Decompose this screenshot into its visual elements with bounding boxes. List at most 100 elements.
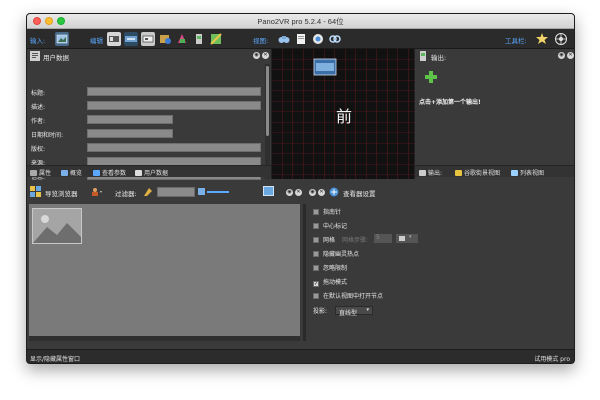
open-node-default-view-checkbox[interactable] xyxy=(313,293,319,299)
wizard-icon[interactable] xyxy=(535,32,549,46)
add-output-plus-icon[interactable] xyxy=(425,71,437,83)
option-drag-mode[interactable]: ✓ 拖动模式 xyxy=(313,277,347,287)
grid-color-select[interactable]: ▾ xyxy=(396,234,418,243)
field-label: 描述: xyxy=(31,104,46,111)
filter-tag-icon[interactable] xyxy=(143,187,153,197)
view-params-icon xyxy=(93,170,100,176)
option-hide-ghost-hotspots[interactable]: 隐藏幽灵热点 xyxy=(313,249,359,259)
option-compass[interactable]: 指南针 xyxy=(313,207,341,217)
user-data-panel: 用户数据 ◉ ✕ 标题: 描述: 作者: 日期和时间: 版权: 来源: 信息: xyxy=(27,49,271,181)
option-ignore-limits[interactable]: 忽略限制 xyxy=(313,263,347,273)
tour-browser-title: 导览浏览器 xyxy=(45,190,78,198)
user-data-tab-icon xyxy=(135,170,142,176)
filter-label: 过滤器: xyxy=(115,190,137,198)
output-close-button[interactable]: ✕ xyxy=(567,52,574,59)
option-open-node-default-view[interactable]: 在默认视图中打开节点 xyxy=(313,291,383,301)
scrollbar-thumb[interactable] xyxy=(266,66,269,136)
option-grid[interactable]: 网格 网格步骤: 5 ▾ xyxy=(313,234,418,245)
output-title: 输出: xyxy=(431,54,447,62)
tab-user-data[interactable]: 用户数据 xyxy=(135,168,168,177)
field-author: 作者: xyxy=(31,115,263,125)
import-panorama-icon[interactable] xyxy=(55,32,69,46)
field-datetime: 日期和时间: xyxy=(31,129,263,139)
drag-mode-checkbox[interactable]: ✓ xyxy=(313,281,319,287)
animation-icon[interactable] xyxy=(192,32,206,46)
thumbnail-size-slider[interactable] xyxy=(207,191,229,193)
output-tab-icon xyxy=(419,170,426,176)
output-tab-bar: 输出: 谷歌街景视图 列表视图 xyxy=(415,165,574,177)
tools-label: 工具栏: xyxy=(505,37,527,45)
browser-horizontal-scrollbar[interactable] xyxy=(29,336,300,341)
output-panel-icon xyxy=(418,51,428,61)
tour-browser-icon xyxy=(30,186,41,197)
panorama-view-icon[interactable] xyxy=(124,32,138,46)
title-input[interactable] xyxy=(87,87,261,96)
option-center-mark[interactable]: 中心标记 xyxy=(313,221,347,231)
list-view-icon xyxy=(511,170,518,176)
left-tab-bar: 属性 概览 查看参数 用户数据 xyxy=(27,165,271,177)
view-label: 视图: xyxy=(253,37,269,45)
author-input[interactable] xyxy=(87,115,173,124)
chevron-down-icon: ▾ xyxy=(409,234,412,240)
filter-input[interactable] xyxy=(157,187,195,197)
map-editor-icon[interactable] xyxy=(209,32,223,46)
tour-browser-header: 导览浏览器 过滤器: ◉ ✕ xyxy=(27,183,303,203)
ignore-limits-checkbox[interactable] xyxy=(313,265,319,271)
tour-map-icon[interactable] xyxy=(158,32,172,46)
user-data-scrollbar[interactable] xyxy=(265,64,270,179)
panel-float-button[interactable]: ◉ xyxy=(253,52,260,59)
settings-wheel-icon[interactable] xyxy=(554,32,568,46)
add-output-hint: 点击+添加第一个输出! xyxy=(419,99,481,106)
tab-properties[interactable]: 属性 xyxy=(30,168,51,177)
properties-icon xyxy=(30,170,37,176)
toggle-properties-status[interactable]: 显示/隐藏属性窗口 xyxy=(30,354,80,363)
globe-icon[interactable] xyxy=(311,32,325,46)
window-title: Pano2VR pro 5.2.4 - 64位 xyxy=(257,17,344,26)
edit-label: 编辑 xyxy=(90,37,103,45)
copyright-input[interactable] xyxy=(87,143,261,152)
description-input[interactable] xyxy=(87,101,261,110)
overview-icon xyxy=(61,170,68,176)
hide-ghost-hotspots-checkbox[interactable] xyxy=(313,251,319,257)
user-data-title: 用户数据 xyxy=(43,54,69,62)
browser-float-button[interactable]: ◉ xyxy=(286,189,293,196)
tour-browser-area[interactable] xyxy=(29,204,300,341)
patch-icon[interactable] xyxy=(107,32,121,46)
chevron-down-icon: ▾ xyxy=(366,307,369,313)
projection-row: 投影: 直线型 ▾ xyxy=(313,306,373,317)
large-thumbnail-icon[interactable] xyxy=(263,186,274,196)
tab-overview[interactable]: 概览 xyxy=(61,168,82,177)
output-float-button[interactable]: ◉ xyxy=(558,52,565,59)
grid-step-label: 网格步骤: xyxy=(342,237,369,244)
panel-close-button[interactable]: ✕ xyxy=(262,52,269,59)
mask-icon[interactable] xyxy=(141,32,155,46)
viewer-settings-close-button[interactable]: ✕ xyxy=(318,189,325,196)
tab-google-street-view[interactable]: 谷歌街景视图 xyxy=(455,168,500,177)
field-label: 标题: xyxy=(31,90,46,97)
field-description: 描述: xyxy=(31,101,263,111)
viewer-settings-icon xyxy=(329,187,339,197)
tab-output[interactable]: 输出: xyxy=(419,168,442,177)
viewer-settings-float-button[interactable]: ◉ xyxy=(309,189,316,196)
viewer-settings-title: 查看器设置 xyxy=(343,190,376,198)
panorama-viewer[interactable]: 前 xyxy=(271,49,416,179)
output-panel: 输出: ◉ ✕ 点击+添加第一个输出! xyxy=(415,49,574,179)
skin-editor-icon[interactable] xyxy=(175,32,189,46)
compass-checkbox[interactable] xyxy=(313,209,319,215)
browser-close-button[interactable]: ✕ xyxy=(295,189,302,196)
sort-user-icon[interactable] xyxy=(91,187,103,197)
grid-checkbox[interactable] xyxy=(313,237,319,243)
projection-select[interactable]: 直线型 ▾ xyxy=(334,306,373,317)
trial-mode-status: 试用模式 pro xyxy=(534,356,570,363)
grid-step-input[interactable]: 5 xyxy=(374,234,392,243)
link-icon[interactable] xyxy=(328,32,342,46)
tab-list-view[interactable]: 列表视图 xyxy=(511,168,544,177)
main-toolbar: 输入: 编辑 视图: 工具栏: xyxy=(27,29,574,49)
panorama-thumbnail[interactable] xyxy=(32,208,82,244)
datetime-input[interactable] xyxy=(87,129,173,138)
binoculars-icon[interactable] xyxy=(277,32,291,46)
tab-view-params[interactable]: 查看参数 xyxy=(93,168,126,177)
notes-icon[interactable] xyxy=(294,32,308,46)
field-title: 标题: xyxy=(31,87,263,97)
center-mark-checkbox[interactable] xyxy=(313,223,319,229)
